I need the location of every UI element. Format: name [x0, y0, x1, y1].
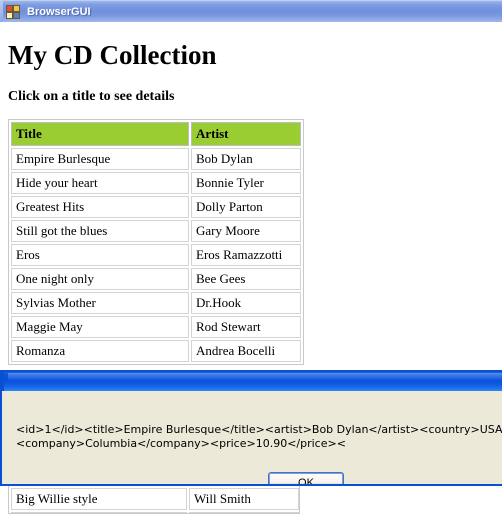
app-icon-quadrant-red	[6, 4, 13, 12]
table-row[interactable]: Still got the blues Gary Moore	[11, 220, 301, 242]
dialog-titlebar-gloss	[8, 373, 502, 381]
window-title: BrowserGUI	[27, 5, 91, 18]
table-header-row: Title Artist	[11, 122, 301, 146]
cell-artist: Bonnie Tyler	[191, 172, 301, 194]
cell-artist: Bob Dylan	[191, 148, 301, 170]
app-icon-quadrant-blue	[13, 11, 20, 19]
windows-forms-app-icon[interactable]	[5, 4, 21, 20]
dialog-titlebar[interactable]	[2, 370, 502, 391]
cd-table-overflow-body: Big Willie styleWill SmithTupelo HoneyVa…	[11, 488, 299, 513]
cell-title[interactable]: Still got the blues	[11, 220, 189, 242]
dialog-message-text: <id>1</id><title>Empire Burlesque</title…	[16, 423, 502, 450]
cell-title[interactable]: Greatest Hits	[11, 196, 189, 218]
cd-table-rows-below-dialog: Big Willie styleWill SmithTupelo HoneyVa…	[8, 486, 300, 514]
cd-table-container: Title Artist Empire Burlesque Bob Dylan Hi…	[0, 105, 502, 365]
cell-artist: Gary Moore	[191, 220, 301, 242]
cell-artist: Eros Ramazzotti	[191, 244, 301, 266]
cell-title[interactable]: Empire Burlesque	[11, 148, 189, 170]
cell-title[interactable]: Eros	[11, 244, 189, 266]
cell-title[interactable]: Maggie May	[11, 316, 189, 338]
app-icon-quadrant-white	[6, 11, 13, 19]
table-row[interactable]: Maggie May Rod Stewart	[11, 316, 301, 338]
dialog-body: <id>1</id><title>Empire Burlesque</title…	[2, 391, 502, 484]
cd-table-overflow: Big Willie styleWill SmithTupelo HoneyVa…	[9, 486, 299, 513]
cd-collection-table: Title Artist Empire Burlesque Bob Dylan Hi…	[8, 119, 304, 365]
cell-artist: Rod Stewart	[191, 316, 301, 338]
table-row[interactable]: Eros Eros Ramazzotti	[11, 244, 301, 266]
browser-gui-window: BrowserGUI My CD Collection Click on a t…	[0, 0, 502, 514]
table-row[interactable]: Sylvias Mother Dr.Hook	[11, 292, 301, 314]
column-header-title: Title	[11, 122, 189, 146]
app-icon-quadrant-yellow	[13, 4, 20, 12]
cell-title[interactable]: One night only	[11, 268, 189, 290]
cell-artist: Andrea Bocelli	[191, 340, 301, 362]
page-subtitle: Click on a title to see details	[8, 89, 175, 104]
cell-artist: Dr.Hook	[191, 292, 301, 314]
table-row[interactable]: One night only Bee Gees	[11, 268, 301, 290]
cell-title[interactable]: Sylvias Mother	[11, 292, 189, 314]
cell-title[interactable]: Big Willie style	[11, 488, 187, 510]
window-titlebar[interactable]: BrowserGUI	[0, 0, 502, 22]
cell-title[interactable]: Hide your heart	[11, 172, 189, 194]
cell-artist: Will Smith	[189, 488, 299, 510]
table-row[interactable]: Empire Burlesque Bob Dylan	[11, 148, 301, 170]
table-row[interactable]: Big Willie style Will Smith	[11, 488, 299, 510]
titlebar-left-edge	[0, 1, 3, 22]
cell-artist: Bee Gees	[191, 268, 301, 290]
page-title: My CD Collection	[8, 40, 217, 70]
table-row[interactable]: Greatest Hits Dolly Parton	[11, 196, 301, 218]
cd-table-body: Empire Burlesque Bob Dylan Hide your heart…	[11, 148, 301, 362]
dialog-ok-button[interactable]: OK	[268, 472, 344, 484]
cell-artist: Dolly Parton	[191, 196, 301, 218]
cd-detail-dialog: <id>1</id><title>Empire Burlesque</title…	[0, 370, 502, 486]
table-row[interactable]: Hide your heart Bonnie Tyler	[11, 172, 301, 194]
table-row[interactable]: Romanza Andrea Bocelli	[11, 340, 301, 362]
column-header-artist: Artist	[191, 122, 301, 146]
cell-title[interactable]: Romanza	[11, 340, 189, 362]
